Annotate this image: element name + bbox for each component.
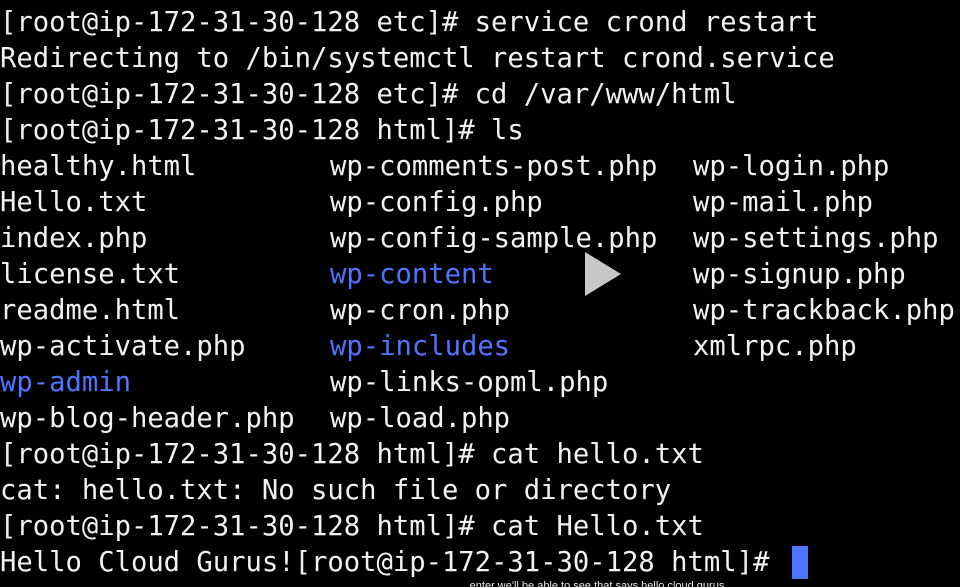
ls-entry: Hello.txt bbox=[0, 187, 148, 218]
ls-entry: wp-config.php bbox=[330, 187, 543, 218]
terminal-cursor[interactable] bbox=[792, 546, 808, 579]
ls-entry: index.php bbox=[0, 223, 148, 254]
ls-entry: wp-cron.php bbox=[330, 295, 511, 326]
terminal-line: [root@ip-172-31-30-128 html]# ls bbox=[0, 115, 524, 146]
ls-directory: wp-admin bbox=[0, 367, 131, 398]
ls-entry: wp-mail.php bbox=[693, 187, 874, 218]
terminal-prompt-line: Hello Cloud Gurus![root@ip-172-31-30-128… bbox=[0, 547, 786, 578]
terminal-line: [root@ip-172-31-30-128 etc]# service cro… bbox=[0, 7, 819, 38]
terminal-window[interactable]: [root@ip-172-31-30-128 etc]# service cro… bbox=[0, 0, 960, 587]
terminal-line: Redirecting to /bin/systemctl restart cr… bbox=[0, 43, 835, 74]
ls-entry: license.txt bbox=[0, 259, 181, 290]
ls-entry: xmlrpc.php bbox=[693, 331, 857, 362]
ls-directory: wp-content bbox=[330, 259, 494, 290]
play-icon[interactable] bbox=[573, 248, 629, 300]
ls-entry: wp-load.php bbox=[330, 403, 511, 434]
ls-entry: wp-login.php bbox=[693, 151, 890, 182]
ls-entry: wp-signup.php bbox=[693, 259, 906, 290]
ls-entry: readme.html bbox=[0, 295, 181, 326]
video-caption: enter we'll be able to see that says hel… bbox=[432, 577, 762, 587]
terminal-line: [root@ip-172-31-30-128 html]# cat Hello.… bbox=[0, 511, 704, 542]
ls-entry: wp-settings.php bbox=[693, 223, 939, 254]
ls-entry: wp-comments-post.php bbox=[330, 151, 658, 182]
ls-entry: wp-links-opml.php bbox=[330, 367, 609, 398]
ls-directory: wp-includes bbox=[330, 331, 511, 362]
ls-entry: wp-trackback.php bbox=[693, 295, 955, 326]
ls-entry: wp-blog-header.php bbox=[0, 403, 295, 434]
terminal-line: cat: hello.txt: No such file or director… bbox=[0, 475, 672, 506]
terminal-line: [root@ip-172-31-30-128 html]# cat hello.… bbox=[0, 439, 704, 470]
ls-entry: healthy.html bbox=[0, 151, 197, 182]
ls-entry: wp-activate.php bbox=[0, 331, 246, 362]
terminal-line: [root@ip-172-31-30-128 etc]# cd /var/www… bbox=[0, 79, 737, 110]
